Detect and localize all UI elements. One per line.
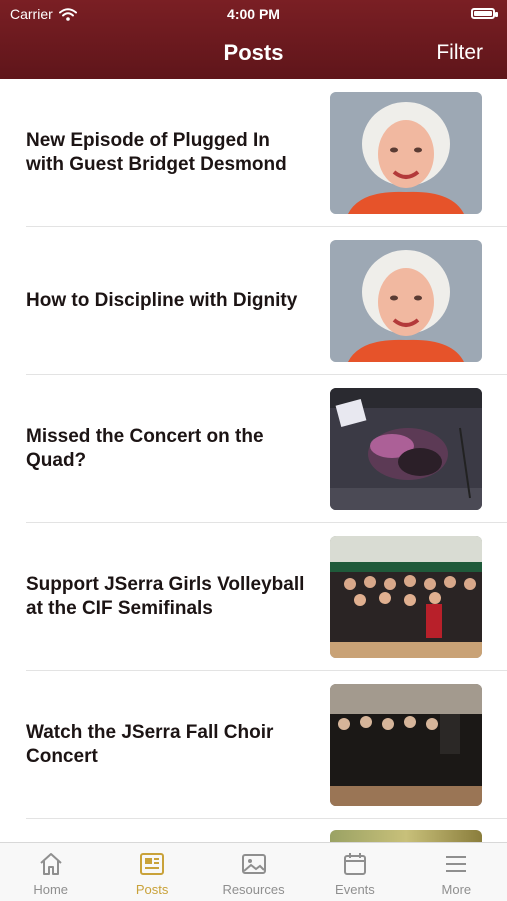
status-time: 4:00 PM (227, 6, 280, 22)
home-icon (40, 853, 62, 875)
post-item[interactable]: Support JSerra Girls Volleyball at the C… (0, 523, 507, 671)
tab-label: More (441, 882, 472, 897)
post-title: Support JSerra Girls Volleyball at the C… (26, 574, 305, 619)
image-icon (241, 854, 266, 874)
menu-icon (446, 856, 467, 872)
tab-label: Posts (135, 882, 169, 897)
posts-list: New Episode of Plugged In with Guest Bri… (0, 79, 507, 819)
status-bar: Carrier 4:00 PM (0, 6, 507, 26)
tab-posts[interactable]: Posts (101, 843, 202, 901)
tab-home[interactable]: Home (0, 843, 101, 901)
page-title: Posts (223, 40, 284, 65)
post-thumbnail (330, 92, 482, 214)
post-thumbnail-partial (330, 830, 482, 842)
header-bar: Carrier 4:00 PM Posts Filter (0, 0, 507, 79)
post-thumbnail (330, 240, 482, 362)
post-title: Watch the JSerra Fall Choir Concert (26, 722, 274, 767)
post-item[interactable]: Missed the Concert on the Quad? (0, 375, 507, 523)
calendar-icon (343, 853, 366, 875)
posts-icon (140, 853, 165, 875)
post-title: New Episode of Plugged In with Guest Bri… (26, 130, 287, 175)
post-thumbnail (330, 684, 482, 806)
post-title: Missed the Concert on the Quad? (26, 426, 264, 471)
battery-icon (471, 8, 498, 19)
post-item[interactable]: New Episode of Plugged In with Guest Bri… (0, 79, 507, 227)
filter-button[interactable]: Filter (436, 41, 483, 65)
post-thumbnail (330, 536, 482, 658)
tab-more[interactable]: More (406, 843, 507, 901)
tab-events[interactable]: Events (304, 843, 405, 901)
tab-label: Events (335, 882, 375, 897)
post-title: How to Discipline with Dignity (26, 290, 298, 311)
tab-resources[interactable]: Resources (203, 843, 304, 901)
post-item[interactable]: How to Discipline with Dignity (0, 227, 507, 375)
post-item[interactable]: Watch the JSerra Fall Choir Concert (0, 671, 507, 819)
post-thumbnail (330, 388, 482, 510)
tab-label: Resources (222, 882, 285, 897)
tab-label: Home (33, 882, 69, 897)
tab-bar: Home Posts Resources Events More (0, 842, 507, 901)
divider (26, 818, 507, 819)
